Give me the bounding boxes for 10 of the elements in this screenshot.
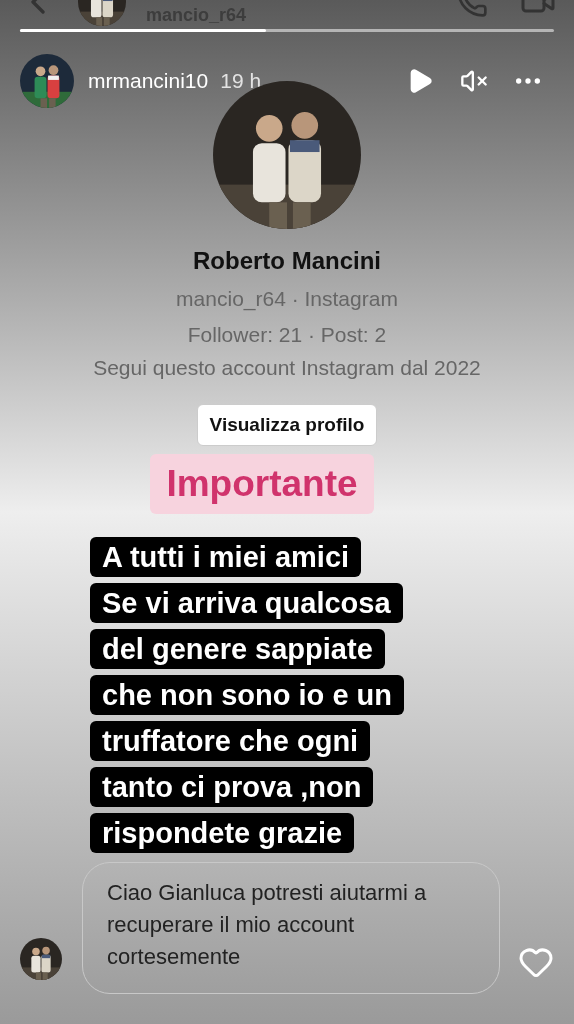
message-bubble: Ciao Gianluca potresti aiutarmi a recuperare il mio account cortesemente [82, 861, 500, 994]
view-profile-button[interactable]: Visualizza profilo [196, 403, 378, 446]
label-tag: Importante [150, 454, 374, 514]
caption: A tutti i miei amici Se vi arriva qualcosa del genere sappiate che non sono io e un truffatore che ogni tanto ci prova ,non rispondete grazie [90, 533, 484, 856]
profile-name: Roberto Mancini [193, 246, 381, 276]
username[interactable]: mrmancini10 [88, 65, 209, 97]
story-time: 19 h [220, 68, 262, 95]
follow-note: Segui questo account Instagram dal 2022 [93, 355, 481, 381]
profile-stats: Follower: 21 · Post: 2 [187, 321, 387, 348]
profile-handle: mancio_r64 · Instagram [176, 286, 398, 313]
